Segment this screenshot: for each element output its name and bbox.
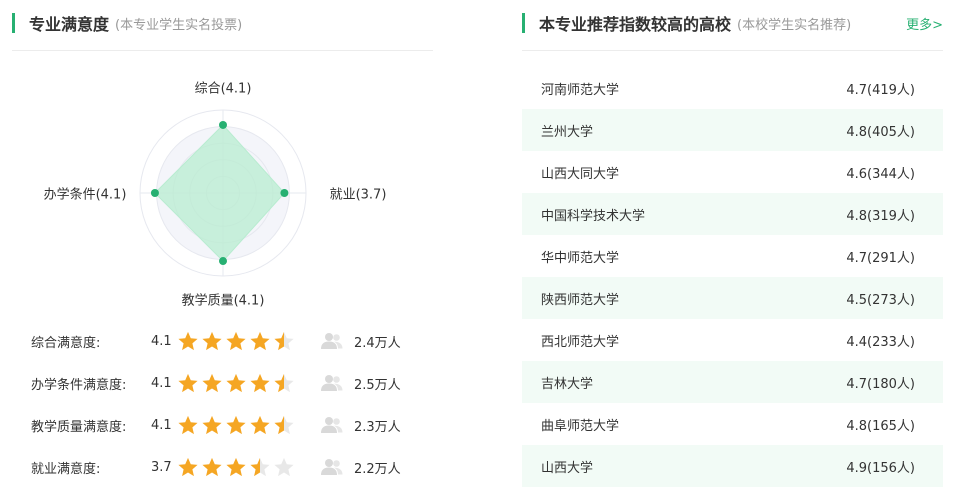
rating-row: 就业满意度: 3.7 2.2万人 (12, 446, 433, 488)
divider (522, 50, 943, 51)
school-rating: 4.7(291人) (846, 250, 915, 266)
star-icon (200, 330, 224, 352)
rating-label: 就业满意度: (31, 461, 101, 477)
radar-point (150, 189, 159, 197)
radar-point (219, 120, 227, 129)
school-name[interactable]: 华中师范大学 (541, 247, 619, 266)
satisfaction-subtitle: (本专业学生实名投票) (115, 17, 243, 33)
recommend-subtitle: (本校学生实名推荐) (737, 17, 852, 33)
more-link[interactable]: 更多> (906, 14, 943, 33)
radar-label-overall: 综合(4.1) (194, 81, 252, 97)
recommend-panel: 本专业推荐指数较高的高校 (本校学生实名推荐) 更多> 河南师范大学 4.7(4… (522, 0, 943, 494)
recommend-title: 本专业推荐指数较高的高校 (539, 15, 732, 34)
rating-score: 4.1 (151, 375, 172, 391)
radar-point (219, 257, 227, 266)
school-row[interactable]: 华中师范大学 4.7(291人) (522, 235, 943, 277)
star-icon (200, 414, 224, 436)
star-icon (248, 414, 272, 436)
star-icon (176, 372, 200, 394)
star-icon (200, 456, 224, 478)
people-icon (321, 458, 343, 480)
people-icon (321, 416, 343, 438)
school-rating: 4.7(180人) (846, 376, 915, 392)
accent-bar (12, 13, 15, 33)
rating-row: 办学条件满意度: 4.1 2.5万人 (12, 362, 433, 404)
star-icon (176, 456, 200, 478)
school-name[interactable]: 吉林大学 (541, 373, 593, 392)
school-rating: 4.8(405人) (846, 124, 915, 140)
school-name[interactable]: 中国科学技术大学 (541, 205, 645, 224)
star-icon (200, 372, 224, 394)
star-rating (176, 330, 296, 352)
divider (12, 50, 433, 51)
star-icon (272, 414, 296, 436)
radar-label-employment: 就业(3.7) (329, 187, 387, 203)
rating-score: 4.1 (151, 417, 172, 433)
star-icon (272, 456, 296, 478)
school-rating: 4.8(319人) (846, 208, 915, 224)
rating-score: 4.1 (151, 333, 172, 349)
star-icon (176, 330, 200, 352)
school-rating: 4.6(344人) (846, 166, 915, 182)
school-name[interactable]: 山西大同大学 (541, 163, 619, 182)
recommend-header: 本专业推荐指数较高的高校 (本校学生实名推荐) (522, 12, 851, 34)
people-icon (321, 332, 343, 354)
radar-label-teaching: 教学质量(4.1) (181, 293, 265, 309)
rating-count: 2.4万人 (354, 335, 401, 351)
satisfaction-title: 专业满意度 (29, 15, 110, 34)
star-icon (224, 414, 248, 436)
star-icon (272, 330, 296, 352)
school-name[interactable]: 西北师范大学 (541, 331, 619, 350)
satisfaction-panel: 专业满意度 (本专业学生实名投票) 综合(4.1) 就业(3.7) 教学质量(4… (12, 0, 433, 494)
school-name[interactable]: 曲阜师范大学 (541, 415, 619, 434)
rating-count: 2.5万人 (354, 377, 401, 393)
star-icon (248, 456, 272, 478)
rating-label: 办学条件满意度: (31, 377, 127, 393)
school-row[interactable]: 兰州大学 4.8(405人) (522, 109, 943, 151)
school-rating: 4.7(419人) (846, 82, 915, 98)
school-rating: 4.9(156人) (846, 460, 915, 476)
star-icon (224, 372, 248, 394)
star-icon (248, 330, 272, 352)
radar-point (280, 189, 289, 197)
school-row[interactable]: 山西大同大学 4.6(344人) (522, 151, 943, 193)
school-rating: 4.8(165人) (846, 418, 915, 434)
rating-list: 综合满意度: 4.1 2.4万人 办学条件满意度: 4.1 2.5万人 教学质量… (12, 320, 433, 488)
school-name[interactable]: 河南师范大学 (541, 79, 619, 98)
rating-row: 综合满意度: 4.1 2.4万人 (12, 320, 433, 362)
school-rating: 4.5(273人) (846, 292, 915, 308)
school-name[interactable]: 兰州大学 (541, 121, 593, 140)
school-list: 河南师范大学 4.7(419人) 兰州大学 4.8(405人) 山西大同大学 4… (522, 67, 943, 487)
school-row[interactable]: 河南师范大学 4.7(419人) (522, 67, 943, 109)
school-row[interactable]: 吉林大学 4.7(180人) (522, 361, 943, 403)
radar-label-facilities: 办学条件(4.1) (43, 187, 127, 203)
school-name[interactable]: 山西大学 (541, 457, 593, 476)
radar-chart: 综合(4.1) 就业(3.7) 教学质量(4.1) 办学条件(4.1) (12, 62, 433, 317)
rating-count: 2.2万人 (354, 461, 401, 477)
rating-label: 教学质量满意度: (31, 419, 127, 435)
accent-bar (522, 13, 525, 33)
star-rating (176, 414, 296, 436)
star-rating (176, 456, 296, 478)
star-icon (224, 330, 248, 352)
rating-score: 3.7 (151, 459, 172, 475)
star-icon (272, 372, 296, 394)
star-rating (176, 372, 296, 394)
rating-count: 2.3万人 (354, 419, 401, 435)
people-icon (321, 374, 343, 396)
school-row[interactable]: 中国科学技术大学 4.8(319人) (522, 193, 943, 235)
school-row[interactable]: 陕西师范大学 4.5(273人) (522, 277, 943, 319)
rating-row: 教学质量满意度: 4.1 2.3万人 (12, 404, 433, 446)
school-row[interactable]: 曲阜师范大学 4.8(165人) (522, 403, 943, 445)
star-icon (176, 414, 200, 436)
satisfaction-header: 专业满意度 (本专业学生实名投票) (12, 12, 242, 34)
rating-label: 综合满意度: (31, 335, 101, 351)
school-name[interactable]: 陕西师范大学 (541, 289, 619, 308)
school-rating: 4.4(233人) (846, 334, 915, 350)
star-icon (224, 456, 248, 478)
school-row[interactable]: 山西大学 4.9(156人) (522, 445, 943, 487)
star-icon (248, 372, 272, 394)
school-row[interactable]: 西北师范大学 4.4(233人) (522, 319, 943, 361)
